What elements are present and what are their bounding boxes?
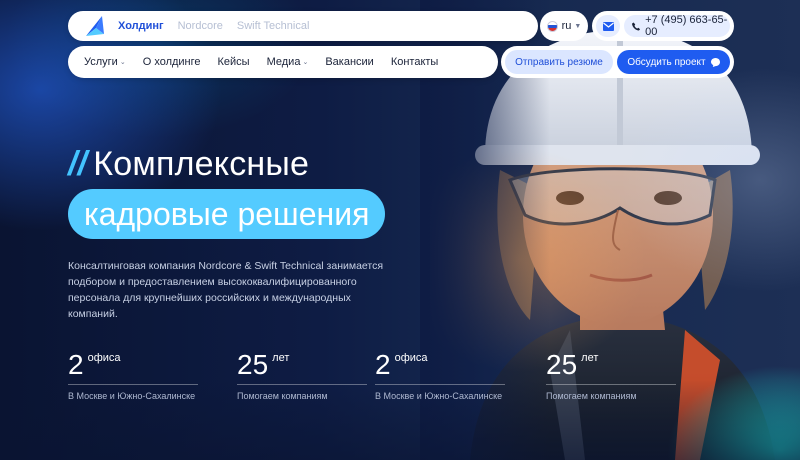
stat-unit: лет: [581, 352, 599, 364]
stat-number: 2: [68, 349, 84, 380]
nav-label-media: Медиа: [266, 56, 301, 68]
brand-link-holding[interactable]: Холдинг: [118, 20, 164, 32]
stat-offices: 2 офиса В Москве и Южно-Сахалинске: [68, 350, 228, 401]
nav-label-services: Услуги: [84, 56, 118, 68]
nav-item-cases[interactable]: Кейсы: [218, 56, 250, 68]
nav-item-contacts[interactable]: Контакты: [391, 56, 439, 68]
company-logo-icon[interactable]: [82, 14, 106, 38]
phone-number: +7 (495) 663-65-00: [645, 14, 728, 38]
discuss-project-button[interactable]: Обсудить проект: [617, 50, 730, 74]
cta-bar: Отправить резюме Обсудить проект: [501, 46, 734, 78]
stat-number: 2: [375, 349, 391, 380]
language-selector[interactable]: ru ▼: [540, 11, 588, 41]
mail-icon: [602, 21, 614, 31]
language-label: ru: [561, 20, 572, 32]
nav-label-cases: Кейсы: [217, 56, 250, 68]
stat-divider: [237, 384, 367, 385]
headline-text-1: Комплексные: [93, 145, 310, 183]
send-resume-button[interactable]: Отправить резюме: [505, 50, 613, 74]
nav-label-contacts: Контакты: [390, 56, 439, 68]
chat-bubble-icon: [710, 57, 720, 67]
email-button[interactable]: [596, 15, 620, 37]
hero-headline-line-2: кадровые решения: [68, 189, 386, 239]
brand-bar: Холдинг Nordcore Swift Technical: [68, 11, 538, 41]
hero-description: Консалтинговая компания Nordcore & Swift…: [68, 260, 384, 320]
nav-item-vacancies[interactable]: Вакансии: [325, 56, 374, 68]
nav-item-services[interactable]: Услуги ⌄: [84, 56, 126, 68]
hero-headline-line-1: //Комплексные: [68, 145, 309, 184]
nav-label-about: О холдинге: [142, 56, 201, 68]
stat-unit: офиса: [87, 352, 121, 364]
brand-link-nordcore[interactable]: Nordcore: [178, 20, 223, 32]
stat-divider: [546, 384, 676, 385]
chevron-down-icon: ▼: [574, 22, 582, 30]
stat-offices-2: 2 офиса В Москве и Южно-Сахалинске: [375, 350, 535, 401]
nav-item-media[interactable]: Медиа ⌄: [267, 56, 309, 68]
stat-years-2: 25 лет Помогаем компаниям: [546, 350, 706, 401]
nav-label-vacancies: Вакансии: [325, 56, 374, 68]
discuss-project-label: Обсудить проект: [627, 56, 706, 68]
stat-years: 25 лет Помогаем компаниям: [237, 350, 397, 401]
contact-bar: +7 (495) 663-65-00: [592, 11, 734, 41]
stat-divider: [68, 384, 198, 385]
stat-label: В Москве и Южно-Сахалинске: [375, 391, 503, 401]
phone-link[interactable]: +7 (495) 663-65-00: [624, 14, 730, 38]
main-nav: Услуги ⌄ О холдинге Кейсы Медиа ⌄ Ваканс…: [68, 46, 498, 78]
stat-unit: лет: [272, 352, 290, 364]
stat-number: 25: [546, 349, 578, 380]
nav-item-about[interactable]: О холдинге: [143, 56, 201, 68]
stat-label: В Москве и Южно-Сахалинске: [68, 391, 196, 401]
stat-unit: офиса: [394, 352, 428, 364]
russia-flag-icon: [546, 20, 558, 32]
phone-icon: [632, 21, 641, 31]
stat-label: Помогаем компаниям: [546, 391, 637, 401]
stat-divider: [375, 384, 505, 385]
headline-slashes: //: [68, 145, 88, 183]
stat-number: 25: [237, 349, 269, 380]
chevron-down-icon: ⌄: [119, 59, 126, 66]
chevron-down-icon: ⌄: [302, 59, 309, 66]
stat-label: Помогаем компаниям: [237, 391, 328, 401]
brand-link-swift[interactable]: Swift Technical: [237, 20, 310, 32]
